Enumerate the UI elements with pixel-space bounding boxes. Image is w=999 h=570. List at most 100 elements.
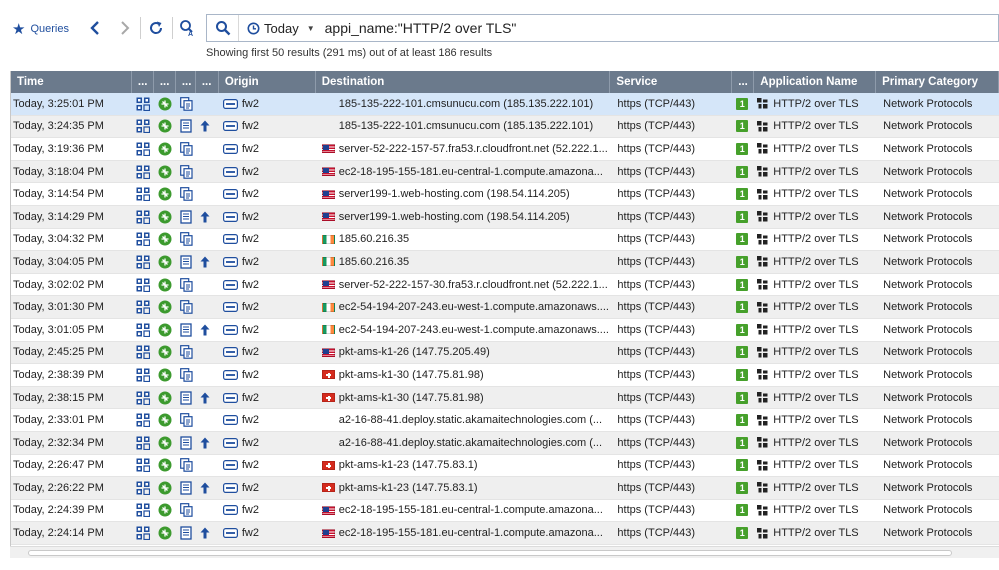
table-row[interactable]: Today, 2:33:01 PM fw2 a2-16-88-41.deploy.s… [11, 409, 999, 432]
cell-type-icon[interactable] [176, 432, 196, 454]
cell-log-icon[interactable] [132, 161, 154, 183]
table-row[interactable]: Today, 2:32:34 PM fw2 a2-16-88-41.deploy.s… [11, 431, 999, 455]
table-row[interactable]: Today, 3:04:32 PM fw2 185.60.216.35 https (… [11, 229, 999, 252]
table-row[interactable]: Today, 3:01:05 PM fw2 ec2-54-194-207-243.e… [11, 319, 999, 342]
cell-type-icon[interactable] [176, 319, 196, 341]
cell-type-icon[interactable] [176, 342, 196, 364]
cell-log-icon[interactable] [132, 522, 154, 544]
cell-type-icon[interactable] [176, 206, 196, 228]
cell-type-icon[interactable] [176, 364, 196, 386]
table-row[interactable]: Today, 3:25:01 PM fw2 185-135-222-101.cmsu… [11, 93, 999, 116]
cell-type-icon[interactable] [176, 229, 196, 251]
table-row[interactable]: Today, 3:19:36 PM fw2 server-52-222-157-57… [11, 138, 999, 161]
cell-action-icon[interactable] [154, 183, 176, 205]
cell-log-icon[interactable] [132, 319, 154, 341]
table-row[interactable]: Today, 3:18:04 PM fw2 ec2-18-195-155-181.e… [11, 160, 999, 184]
column-header-extra[interactable]: ... [196, 71, 219, 93]
cell-type-icon[interactable] [176, 116, 196, 138]
cell-type-icon[interactable] [176, 183, 196, 205]
cell-log-icon[interactable] [132, 251, 154, 273]
cell-action-icon[interactable] [154, 138, 176, 160]
cell-log-icon[interactable] [132, 342, 154, 364]
cell-action-icon[interactable] [154, 364, 176, 386]
cell-log-icon[interactable] [132, 364, 154, 386]
cell-log-icon[interactable] [132, 500, 154, 522]
cell-type-icon[interactable] [176, 477, 196, 499]
cell-action-icon[interactable] [154, 477, 176, 499]
cell-log-icon[interactable] [132, 274, 154, 296]
table-row[interactable]: Today, 3:04:05 PM fw2 185.60.216.35 https (… [11, 251, 999, 274]
scrollbar-thumb[interactable] [28, 550, 952, 556]
column-header-origin[interactable]: Origin [219, 71, 316, 93]
cell-action-icon[interactable] [154, 409, 176, 431]
cell-log-icon[interactable] [132, 93, 154, 115]
cell-action-icon[interactable] [154, 387, 176, 409]
cell-log-icon[interactable] [132, 116, 154, 138]
table-row[interactable]: Today, 2:26:22 PM fw2 pkt-ams-k1-23 (147.7… [11, 477, 999, 500]
cell-action-icon[interactable] [154, 274, 176, 296]
cell-type-icon[interactable] [176, 251, 196, 273]
cell-log-icon[interactable] [132, 432, 154, 454]
cell-type-icon[interactable] [176, 161, 196, 183]
cell-action-icon[interactable] [154, 342, 176, 364]
search-settings-button[interactable]: A [177, 16, 199, 40]
cell-action-icon[interactable] [154, 296, 176, 318]
cell-log-icon[interactable] [132, 138, 154, 160]
cell-action-icon[interactable] [154, 229, 176, 251]
cell-log-icon[interactable] [132, 229, 154, 251]
cell-log-icon[interactable] [132, 455, 154, 477]
cell-type-icon[interactable] [176, 387, 196, 409]
cell-action-icon[interactable] [154, 455, 176, 477]
cell-log-icon[interactable] [132, 477, 154, 499]
table-row[interactable]: Today, 3:02:02 PM fw2 server-52-222-157-30… [11, 274, 999, 297]
horizontal-scrollbar[interactable] [10, 546, 999, 558]
table-row[interactable]: Today, 2:38:15 PM fw2 pkt-ams-k1-30 (147.7… [11, 386, 999, 410]
forward-button[interactable] [114, 16, 136, 40]
cell-log-icon[interactable] [132, 409, 154, 431]
cell-log-icon[interactable] [132, 387, 154, 409]
column-header-service[interactable]: Service [610, 71, 733, 93]
cell-log-icon[interactable] [132, 183, 154, 205]
cell-type-icon[interactable] [176, 522, 196, 544]
table-row[interactable]: Today, 3:24:35 PM fw2 185-135-222-101.cmsu… [11, 115, 999, 139]
cell-log-icon[interactable] [132, 296, 154, 318]
table-row[interactable]: Today, 2:38:39 PM fw2 pkt-ams-k1-30 (147.7… [11, 364, 999, 387]
column-header-application-name[interactable]: Application Name [754, 71, 877, 93]
cell-type-icon[interactable] [176, 455, 196, 477]
queries-button[interactable]: ★ Queries [12, 19, 69, 39]
table-row[interactable]: Today, 2:24:39 PM fw2 ec2-18-195-155-181.e… [11, 500, 999, 523]
cell-type-icon[interactable] [176, 409, 196, 431]
search-input[interactable] [322, 16, 998, 40]
cell-type-icon[interactable] [176, 500, 196, 522]
cell-action-icon[interactable] [154, 93, 176, 115]
column-header-extra[interactable]: ... [732, 71, 755, 93]
cell-action-icon[interactable] [154, 319, 176, 341]
column-header-extra[interactable]: ... [132, 71, 154, 93]
table-row[interactable]: Today, 2:26:47 PM fw2 pkt-ams-k1-23 (147.7… [11, 455, 999, 478]
cell-action-icon[interactable] [154, 500, 176, 522]
table-row[interactable]: Today, 3:14:29 PM fw2 server199-1.web-host… [11, 205, 999, 229]
cell-action-icon[interactable] [154, 432, 176, 454]
back-button[interactable] [84, 16, 106, 40]
table-row[interactable]: Today, 2:45:25 PM fw2 pkt-ams-k1-26 (147.7… [11, 341, 999, 365]
column-header-extra[interactable]: ... [154, 71, 176, 93]
table-row[interactable]: Today, 3:01:30 PM fw2 ec2-54-194-207-243.e… [11, 296, 999, 319]
refresh-button[interactable] [145, 16, 167, 40]
column-header-extra[interactable]: ... [176, 71, 196, 93]
cell-type-icon[interactable] [176, 138, 196, 160]
cell-action-icon[interactable] [154, 522, 176, 544]
search-button[interactable] [207, 15, 239, 41]
date-range-selector[interactable]: Today ▼ [239, 15, 323, 41]
cell-action-icon[interactable] [154, 206, 176, 228]
cell-type-icon[interactable] [176, 296, 196, 318]
cell-type-icon[interactable] [176, 93, 196, 115]
column-header-primary-category[interactable]: Primary Category [876, 71, 999, 93]
table-row[interactable]: Today, 3:14:54 PM fw2 server199-1.web-host… [11, 183, 999, 206]
cell-action-icon[interactable] [154, 251, 176, 273]
cell-type-icon[interactable] [176, 274, 196, 296]
cell-action-icon[interactable] [154, 116, 176, 138]
table-row[interactable]: Today, 2:24:14 PM fw2 ec2-18-195-155-181.e… [11, 522, 999, 545]
column-header-destination[interactable]: Destination [316, 71, 611, 93]
column-header-time[interactable]: Time [11, 71, 132, 93]
cell-log-icon[interactable] [132, 206, 154, 228]
